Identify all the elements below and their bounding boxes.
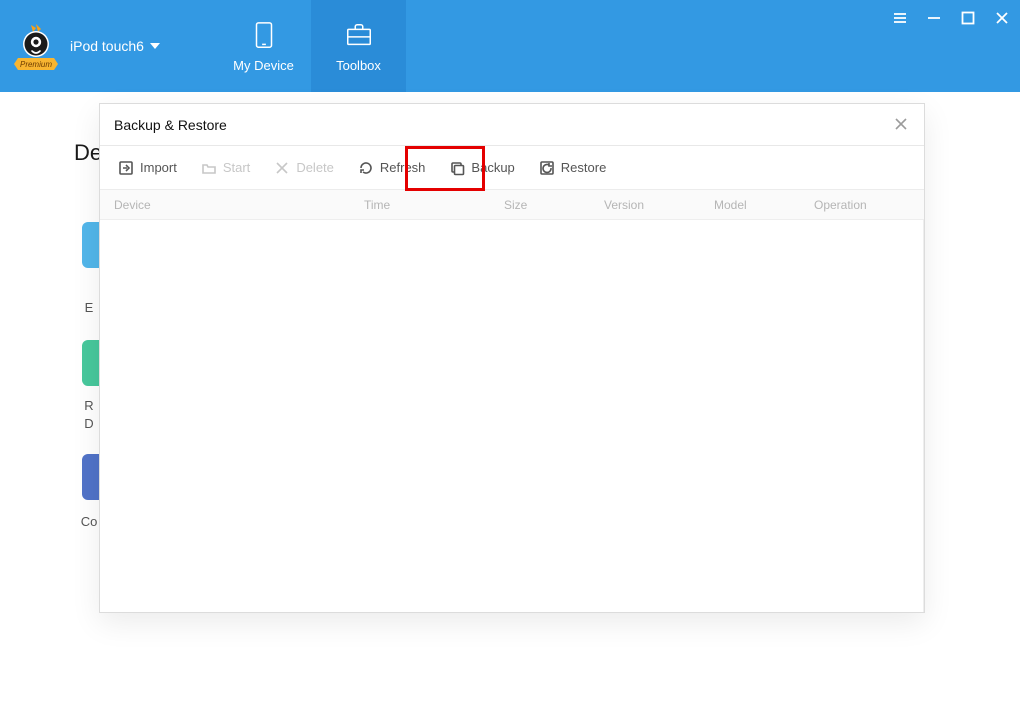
side-tile [82, 340, 100, 386]
restore-icon [539, 160, 555, 176]
col-model: Model [714, 198, 814, 212]
side-tile-label: R [78, 398, 100, 413]
refresh-button[interactable]: Refresh [352, 154, 432, 182]
delete-icon [274, 160, 290, 176]
import-button[interactable]: Import [112, 154, 183, 182]
close-icon [995, 11, 1009, 25]
maximize-icon [961, 11, 975, 25]
device-dropdown-label: iPod touch6 [70, 38, 144, 54]
top-bar: Premium iPod touch6 My Device Toolbox [0, 0, 1020, 92]
tab-label: My Device [233, 58, 294, 73]
modal-title: Backup & Restore [114, 117, 227, 133]
tab-my-device[interactable]: My Device [216, 0, 311, 92]
button-label: Import [140, 160, 177, 175]
col-time: Time [364, 198, 504, 212]
nav-tabs: My Device Toolbox [216, 0, 406, 92]
briefcase-icon [343, 20, 375, 50]
chevron-down-icon [150, 43, 160, 49]
menu-button[interactable] [892, 10, 908, 26]
side-tile [82, 222, 100, 268]
logo-block: Premium iPod touch6 [0, 0, 216, 92]
refresh-icon [358, 160, 374, 176]
button-label: Start [223, 160, 250, 175]
modal-header: Backup & Restore [100, 104, 924, 146]
premium-ribbon-text: Premium [20, 60, 52, 69]
backup-restore-modal: Backup & Restore Import Start Delete Ref… [99, 103, 925, 613]
tab-toolbox[interactable]: Toolbox [311, 0, 406, 92]
button-label: Backup [471, 160, 514, 175]
modal-close-button[interactable] [894, 117, 910, 133]
backup-button[interactable]: Backup [443, 154, 520, 182]
restore-button[interactable]: Restore [533, 154, 613, 182]
menu-icon [893, 11, 907, 25]
page-title-partial: De [74, 140, 102, 166]
maximize-button[interactable] [960, 10, 976, 26]
col-device: Device [114, 198, 364, 212]
button-label: Restore [561, 160, 607, 175]
side-tile-label: D [78, 416, 100, 431]
close-button[interactable] [994, 10, 1010, 26]
backup-icon [449, 160, 465, 176]
col-size: Size [504, 198, 604, 212]
device-dropdown[interactable]: iPod touch6 [70, 38, 160, 54]
window-controls [892, 0, 1020, 36]
table-header: Device Time Size Version Model Operation [100, 190, 924, 220]
col-operation: Operation [814, 198, 924, 212]
start-button: Start [195, 154, 256, 182]
minimize-button[interactable] [926, 10, 942, 26]
modal-toolbar: Import Start Delete Refresh Backup Resto… [100, 146, 924, 190]
table-body [100, 220, 924, 612]
folder-icon [201, 160, 217, 176]
side-tile [82, 454, 100, 500]
button-label: Delete [296, 160, 334, 175]
tablet-icon [248, 20, 280, 50]
app-logo-icon: Premium [14, 22, 58, 70]
delete-button: Delete [268, 154, 340, 182]
minimize-icon [927, 11, 941, 25]
tab-label: Toolbox [336, 58, 381, 73]
import-icon [118, 160, 134, 176]
close-icon [894, 117, 908, 131]
button-label: Refresh [380, 160, 426, 175]
col-version: Version [604, 198, 714, 212]
side-tile-label: E [78, 300, 100, 315]
